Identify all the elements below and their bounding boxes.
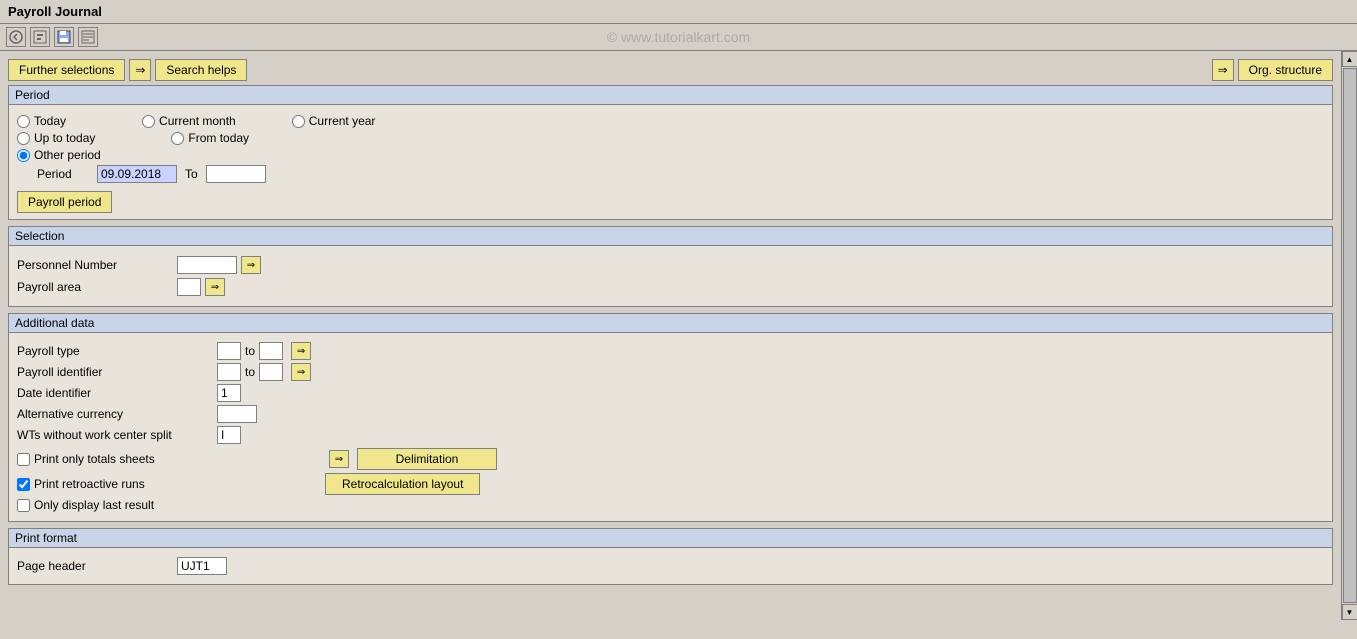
selection-section-title: Selection <box>9 227 1332 246</box>
payroll-identifier-label: Payroll identifier <box>17 365 217 379</box>
period-radio-row-3: Other period <box>17 148 1324 162</box>
payroll-area-input[interactable] <box>177 278 201 296</box>
period-to-input[interactable] <box>206 165 266 183</box>
radio-current-month-label: Current month <box>159 114 236 128</box>
period-section: Period Today Current month Curre <box>8 85 1333 220</box>
delimitation-arrow-btn[interactable]: ⇒ <box>329 450 349 468</box>
radio-other-period-label: Other period <box>34 148 101 162</box>
period-radio-row-1: Today Current month Current year <box>17 114 1324 128</box>
payroll-type-input[interactable] <box>217 342 241 360</box>
print-totals-row: Print only totals sheets ⇒ Delimitation <box>17 448 1324 470</box>
print-totals-label: Print only totals sheets <box>34 452 155 466</box>
radio-today[interactable] <box>17 115 30 128</box>
personnel-number-arrow-btn[interactable]: ⇒ <box>241 256 261 274</box>
payroll-type-to-input[interactable] <box>259 342 283 360</box>
print-totals-checkbox[interactable] <box>17 453 30 466</box>
payroll-type-row: Payroll type to ⇒ <box>17 342 1324 360</box>
title-bar: Payroll Journal <box>0 0 1357 24</box>
wts-label: WTs without work center split <box>17 428 217 442</box>
radio-today-label: Today <box>34 114 66 128</box>
find-icon[interactable] <box>78 27 98 47</box>
scroll-track[interactable] <box>1343 68 1357 603</box>
period-from-input[interactable] <box>97 165 177 183</box>
save-icon[interactable] <box>54 27 74 47</box>
radio-other-period-group: Other period <box>17 148 101 162</box>
only-last-checkbox[interactable] <box>17 499 30 512</box>
arrow-btn-2[interactable]: ⇒ <box>1212 59 1234 81</box>
further-selections-button[interactable]: Further selections <box>8 59 125 81</box>
period-section-title: Period <box>9 86 1332 105</box>
period-radio-row-2: Up to today From today <box>17 131 1324 145</box>
selection-section: Selection Personnel Number ⇒ Payroll are… <box>8 226 1333 307</box>
search-helps-button[interactable]: Search helps <box>155 59 247 81</box>
radio-current-month[interactable] <box>142 115 155 128</box>
additional-data-section: Additional data Payroll type to ⇒ Payrol… <box>8 313 1333 522</box>
period-label: Period <box>37 167 97 181</box>
retrocalculation-button[interactable]: Retrocalculation layout <box>325 473 480 495</box>
period-date-row: Period To <box>37 165 1324 183</box>
radio-up-to-today-label: Up to today <box>34 131 95 145</box>
radio-other-period[interactable] <box>17 149 30 162</box>
alternative-currency-row: Alternative currency <box>17 405 1324 423</box>
payroll-type-label: Payroll type <box>17 344 217 358</box>
payroll-identifier-arrow-btn[interactable]: ⇒ <box>291 363 311 381</box>
radio-current-year-group: Current year <box>292 114 376 128</box>
print-retroactive-checkbox[interactable] <box>17 478 30 491</box>
print-totals-checkbox-row: Print only totals sheets <box>17 452 317 466</box>
payroll-area-label: Payroll area <box>17 280 177 294</box>
date-identifier-label: Date identifier <box>17 386 217 400</box>
alternative-currency-label: Alternative currency <box>17 407 217 421</box>
page-header-row: Page header <box>17 557 1324 575</box>
page-header-label: Page header <box>17 559 177 573</box>
app-title: Payroll Journal <box>8 4 102 19</box>
payroll-period-button[interactable]: Payroll period <box>17 191 112 213</box>
watermark: © www.tutorialkart.com <box>607 29 750 45</box>
personnel-number-row: Personnel Number ⇒ <box>17 256 1324 274</box>
date-identifier-row: Date identifier <box>17 384 1324 402</box>
delimitation-button[interactable]: Delimitation <box>357 448 497 470</box>
personnel-number-input[interactable] <box>177 256 237 274</box>
alternative-currency-input[interactable] <box>217 405 257 423</box>
org-structure-button[interactable]: Org. structure <box>1238 59 1333 81</box>
radio-current-year[interactable] <box>292 115 305 128</box>
print-retroactive-label: Print retroactive runs <box>34 477 145 491</box>
payroll-identifier-to-label: to <box>245 365 255 379</box>
wts-row: WTs without work center split <box>17 426 1324 444</box>
radio-today-group: Today <box>17 114 66 128</box>
forward-icon[interactable] <box>30 27 50 47</box>
payroll-identifier-row: Payroll identifier to ⇒ <box>17 363 1324 381</box>
period-to-label: To <box>185 167 198 181</box>
payroll-type-arrow-btn[interactable]: ⇒ <box>291 342 311 360</box>
additional-data-section-title: Additional data <box>9 314 1332 333</box>
print-format-section-title: Print format <box>9 529 1332 548</box>
scrollbar-right: ▲ ▼ <box>1341 51 1357 620</box>
radio-up-to-today-group: Up to today <box>17 131 95 145</box>
only-last-label: Only display last result <box>34 498 154 512</box>
radio-current-year-label: Current year <box>309 114 376 128</box>
radio-from-today-label: From today <box>188 131 249 145</box>
payroll-area-arrow-btn[interactable]: ⇒ <box>205 278 225 296</box>
wts-input[interactable] <box>217 426 241 444</box>
arrow-btn-1[interactable]: ⇒ <box>129 59 151 81</box>
print-format-section: Print format Page header <box>8 528 1333 585</box>
page-header-input[interactable] <box>177 557 227 575</box>
scroll-down-arrow[interactable]: ▼ <box>1342 604 1357 620</box>
radio-current-month-group: Current month <box>142 114 236 128</box>
radio-from-today[interactable] <box>171 132 184 145</box>
top-button-row: Further selections ⇒ Search helps ⇒ Org.… <box>4 55 1337 83</box>
print-retroactive-checkbox-row: Print retroactive runs <box>17 477 317 491</box>
personnel-number-label: Personnel Number <box>17 258 177 272</box>
payroll-type-to-label: to <box>245 344 255 358</box>
scroll-up-arrow[interactable]: ▲ <box>1342 51 1357 67</box>
radio-up-to-today[interactable] <box>17 132 30 145</box>
radio-from-today-group: From today <box>171 131 249 145</box>
only-last-row: Only display last result <box>17 498 1324 512</box>
payroll-area-row: Payroll area ⇒ <box>17 278 1324 296</box>
print-retroactive-row: Print retroactive runs Retrocalculation … <box>17 473 1324 495</box>
payroll-identifier-to-input[interactable] <box>259 363 283 381</box>
toolbar: © www.tutorialkart.com <box>0 24 1357 51</box>
date-identifier-input[interactable] <box>217 384 241 402</box>
payroll-identifier-input[interactable] <box>217 363 241 381</box>
back-icon[interactable] <box>6 27 26 47</box>
